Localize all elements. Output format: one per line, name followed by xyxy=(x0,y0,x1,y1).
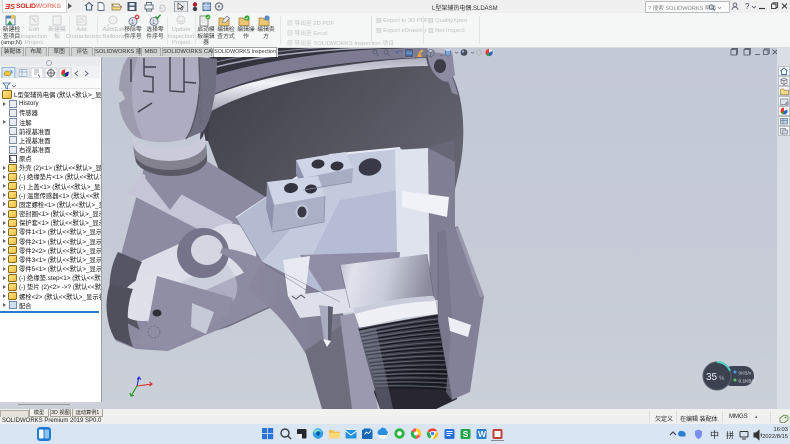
svg-text:0.1KB/s: 0.1KB/s xyxy=(739,379,756,385)
svg-text:∅: ∅ xyxy=(78,18,84,25)
svg-text:中: 中 xyxy=(710,429,719,440)
svg-text:%: % xyxy=(719,376,725,382)
svg-text:?: ? xyxy=(745,2,750,11)
svg-text:0KB/s: 0KB/s xyxy=(739,371,752,377)
svg-text:35: 35 xyxy=(706,372,718,383)
svg-text:S: S xyxy=(463,429,469,439)
svg-text:W: W xyxy=(478,429,487,439)
svg-text:拼: 拼 xyxy=(726,430,734,440)
